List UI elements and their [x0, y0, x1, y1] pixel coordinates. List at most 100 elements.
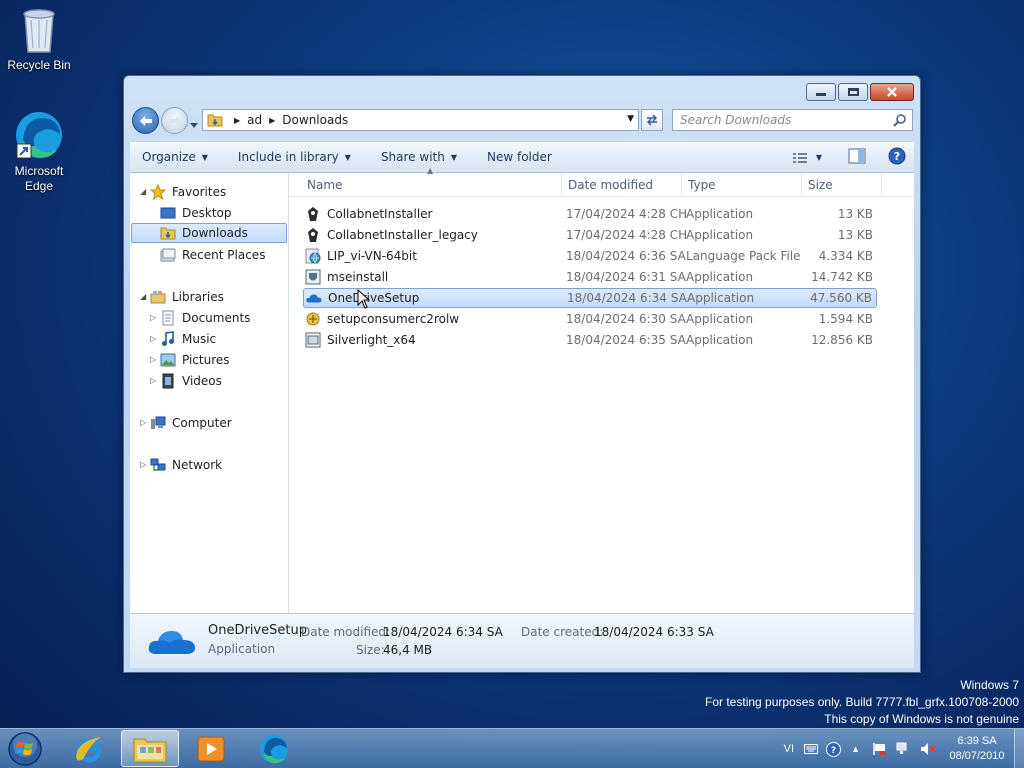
taskbar: VI ? ▲ 6:39 SA 08/07/2010 — [0, 728, 1024, 768]
nav-music[interactable]: Music — [160, 329, 216, 349]
file-row[interactable]: CollabnetInstaller 17/04/2024 4:28 CH Ap… — [303, 204, 877, 224]
libraries-icon — [150, 289, 166, 305]
nav-label: Recent Places — [182, 248, 266, 262]
back-arrow-icon — [139, 115, 152, 126]
address-bar[interactable]: ▶ ad ▶ Downloads ▼ — [202, 109, 639, 131]
new-folder-button[interactable]: New folder — [469, 142, 564, 172]
nav-desktop[interactable]: Desktop — [160, 203, 232, 223]
refresh-button[interactable] — [641, 109, 663, 131]
file-row[interactable]: mseinstall 18/04/2024 6:31 SA Applicatio… — [303, 267, 877, 287]
column-type[interactable]: Type — [682, 173, 802, 197]
input-language[interactable]: VI — [784, 743, 794, 755]
change-view-button[interactable]: ▼ — [792, 152, 822, 164]
recycle-bin-icon — [23, 9, 55, 53]
clock-date: 08/07/2010 — [949, 750, 1005, 762]
file-row[interactable]: CollabnetInstaller_legacy 17/04/2024 4:2… — [303, 225, 877, 245]
share-with-menu[interactable]: Share with ▼ — [363, 142, 469, 172]
keyboard-icon[interactable] — [804, 744, 819, 754]
expand-arrow-icon[interactable]: ◢ — [140, 187, 150, 196]
column-date-modified[interactable]: Date modified — [562, 173, 682, 197]
minimize-button[interactable] — [806, 83, 836, 101]
organize-menu[interactable]: Organize ▼ — [130, 142, 220, 172]
search-icon[interactable] — [893, 113, 907, 127]
clock[interactable]: 6:39 SA 08/07/2010 — [940, 734, 1014, 764]
collapse-arrow-icon[interactable]: ▷ — [140, 460, 150, 469]
details-date-modified-label: Date modified: — [301, 625, 391, 639]
details-size: 46,4 MB — [383, 643, 433, 657]
back-button[interactable] — [132, 107, 159, 134]
expand-arrow-icon[interactable]: ◢ — [140, 292, 150, 301]
breadcrumb-ad[interactable]: ad — [247, 113, 262, 127]
chevron-down-icon: ▼ — [201, 152, 208, 162]
collapse-arrow-icon[interactable]: ▷ — [150, 334, 160, 343]
nav-videos[interactable]: Videos — [160, 371, 222, 391]
start-button[interactable] — [5, 730, 45, 768]
nav-computer[interactable]: Computer — [150, 413, 232, 433]
include-in-library-menu[interactable]: Include in library ▼ — [220, 142, 363, 172]
watermark-line-1: Windows 7 — [960, 678, 1019, 692]
forward-button[interactable] — [161, 107, 188, 134]
file-name: mseinstall — [327, 270, 389, 284]
file-row-selected[interactable]: OneDriveSetup 18/04/2024 6:34 SA Applica… — [303, 288, 877, 308]
maximize-button[interactable] — [838, 83, 868, 101]
file-type: Application — [687, 291, 755, 305]
action-center-flag-icon[interactable] — [872, 742, 888, 756]
nav-label: Pictures — [182, 353, 230, 367]
new-folder-label: New folder — [487, 150, 552, 164]
nav-libraries[interactable]: Libraries — [150, 287, 224, 307]
breadcrumb-downloads[interactable]: Downloads — [282, 113, 348, 127]
network-status-icon[interactable] — [896, 742, 912, 756]
nav-pictures[interactable]: Pictures — [160, 350, 230, 370]
desktop-icon-edge[interactable]: Microsoft Edge — [1, 110, 77, 194]
nav-network[interactable]: Network — [150, 455, 222, 475]
taskbar-media-player[interactable] — [182, 730, 240, 767]
collapse-arrow-icon[interactable]: ▷ — [150, 313, 160, 322]
taskbar-windows-explorer[interactable] — [121, 730, 179, 767]
show-hidden-icons-icon[interactable]: ▲ — [851, 744, 860, 754]
file-row[interactable]: Silverlight_x64 18/04/2024 6:35 SA Appli… — [303, 330, 877, 350]
collapse-arrow-icon[interactable]: ▷ — [150, 355, 160, 364]
collapse-arrow-icon[interactable]: ▷ — [140, 418, 150, 427]
file-date: 18/04/2024 6:36 SA — [566, 249, 686, 263]
preview-pane-icon — [848, 148, 866, 164]
address-dropdown-icon[interactable]: ▼ — [627, 114, 634, 124]
column-size[interactable]: Size — [802, 173, 882, 197]
file-row[interactable]: LIP_vi-VN-64bit 18/04/2024 6:36 SA Langu… — [303, 246, 877, 266]
nav-documents[interactable]: Documents — [160, 308, 250, 328]
column-name[interactable]: Name — [301, 173, 562, 197]
navigation-pane: ◢ Favorites Desktop Downloads Recent Pla… — [130, 173, 289, 613]
desktop-icon-recycle-bin[interactable]: Recycle Bin — [1, 6, 77, 73]
nav-label: Network — [172, 458, 223, 472]
help-icon[interactable]: ? — [826, 741, 842, 757]
navigation-row: ▶ ad ▶ Downloads ▼ Search Downloads — [130, 107, 914, 135]
search-input[interactable]: Search Downloads — [672, 109, 913, 131]
onedrive-icon — [148, 631, 195, 654]
details-file-name: OneDriveSetup — [208, 623, 307, 638]
volume-muted-icon[interactable] — [920, 742, 936, 756]
help-button[interactable]: ? — [888, 147, 906, 168]
nav-recent-places[interactable]: Recent Places — [160, 245, 265, 265]
taskbar-edge[interactable] — [245, 730, 303, 767]
folder-icon — [207, 113, 223, 127]
taskbar-internet-explorer[interactable] — [60, 730, 118, 767]
downloads-folder-icon — [160, 225, 176, 241]
details-date-created: 18/04/2024 6:33 SA — [594, 625, 714, 639]
nav-downloads[interactable]: Downloads — [131, 223, 287, 243]
network-icon — [150, 457, 166, 473]
show-desktop-button[interactable] — [1014, 729, 1024, 768]
windows-watermark: Windows 7 For testing purposes only. Bui… — [705, 677, 1019, 728]
windows-explorer-icon — [133, 738, 167, 762]
file-name: Silverlight_x64 — [327, 333, 416, 347]
file-row[interactable]: setupconsumerc2rolw 18/04/2024 6:30 SA A… — [303, 309, 877, 329]
breadcrumb-separator-icon[interactable]: ▶ — [234, 116, 240, 125]
breadcrumb-separator-icon[interactable]: ▶ — [269, 116, 275, 125]
preview-pane-button[interactable] — [848, 148, 866, 167]
command-bar: Organize ▼ Include in library ▼ Share wi… — [130, 141, 914, 173]
file-size: 1.594 KB — [818, 312, 873, 326]
mse-icon — [305, 269, 321, 285]
nav-favorites[interactable]: Favorites — [150, 182, 226, 202]
collapse-arrow-icon[interactable]: ▷ — [150, 376, 160, 385]
recent-pages-dropdown[interactable] — [190, 118, 198, 132]
close-button[interactable] — [870, 83, 914, 101]
file-name: LIP_vi-VN-64bit — [327, 249, 417, 263]
